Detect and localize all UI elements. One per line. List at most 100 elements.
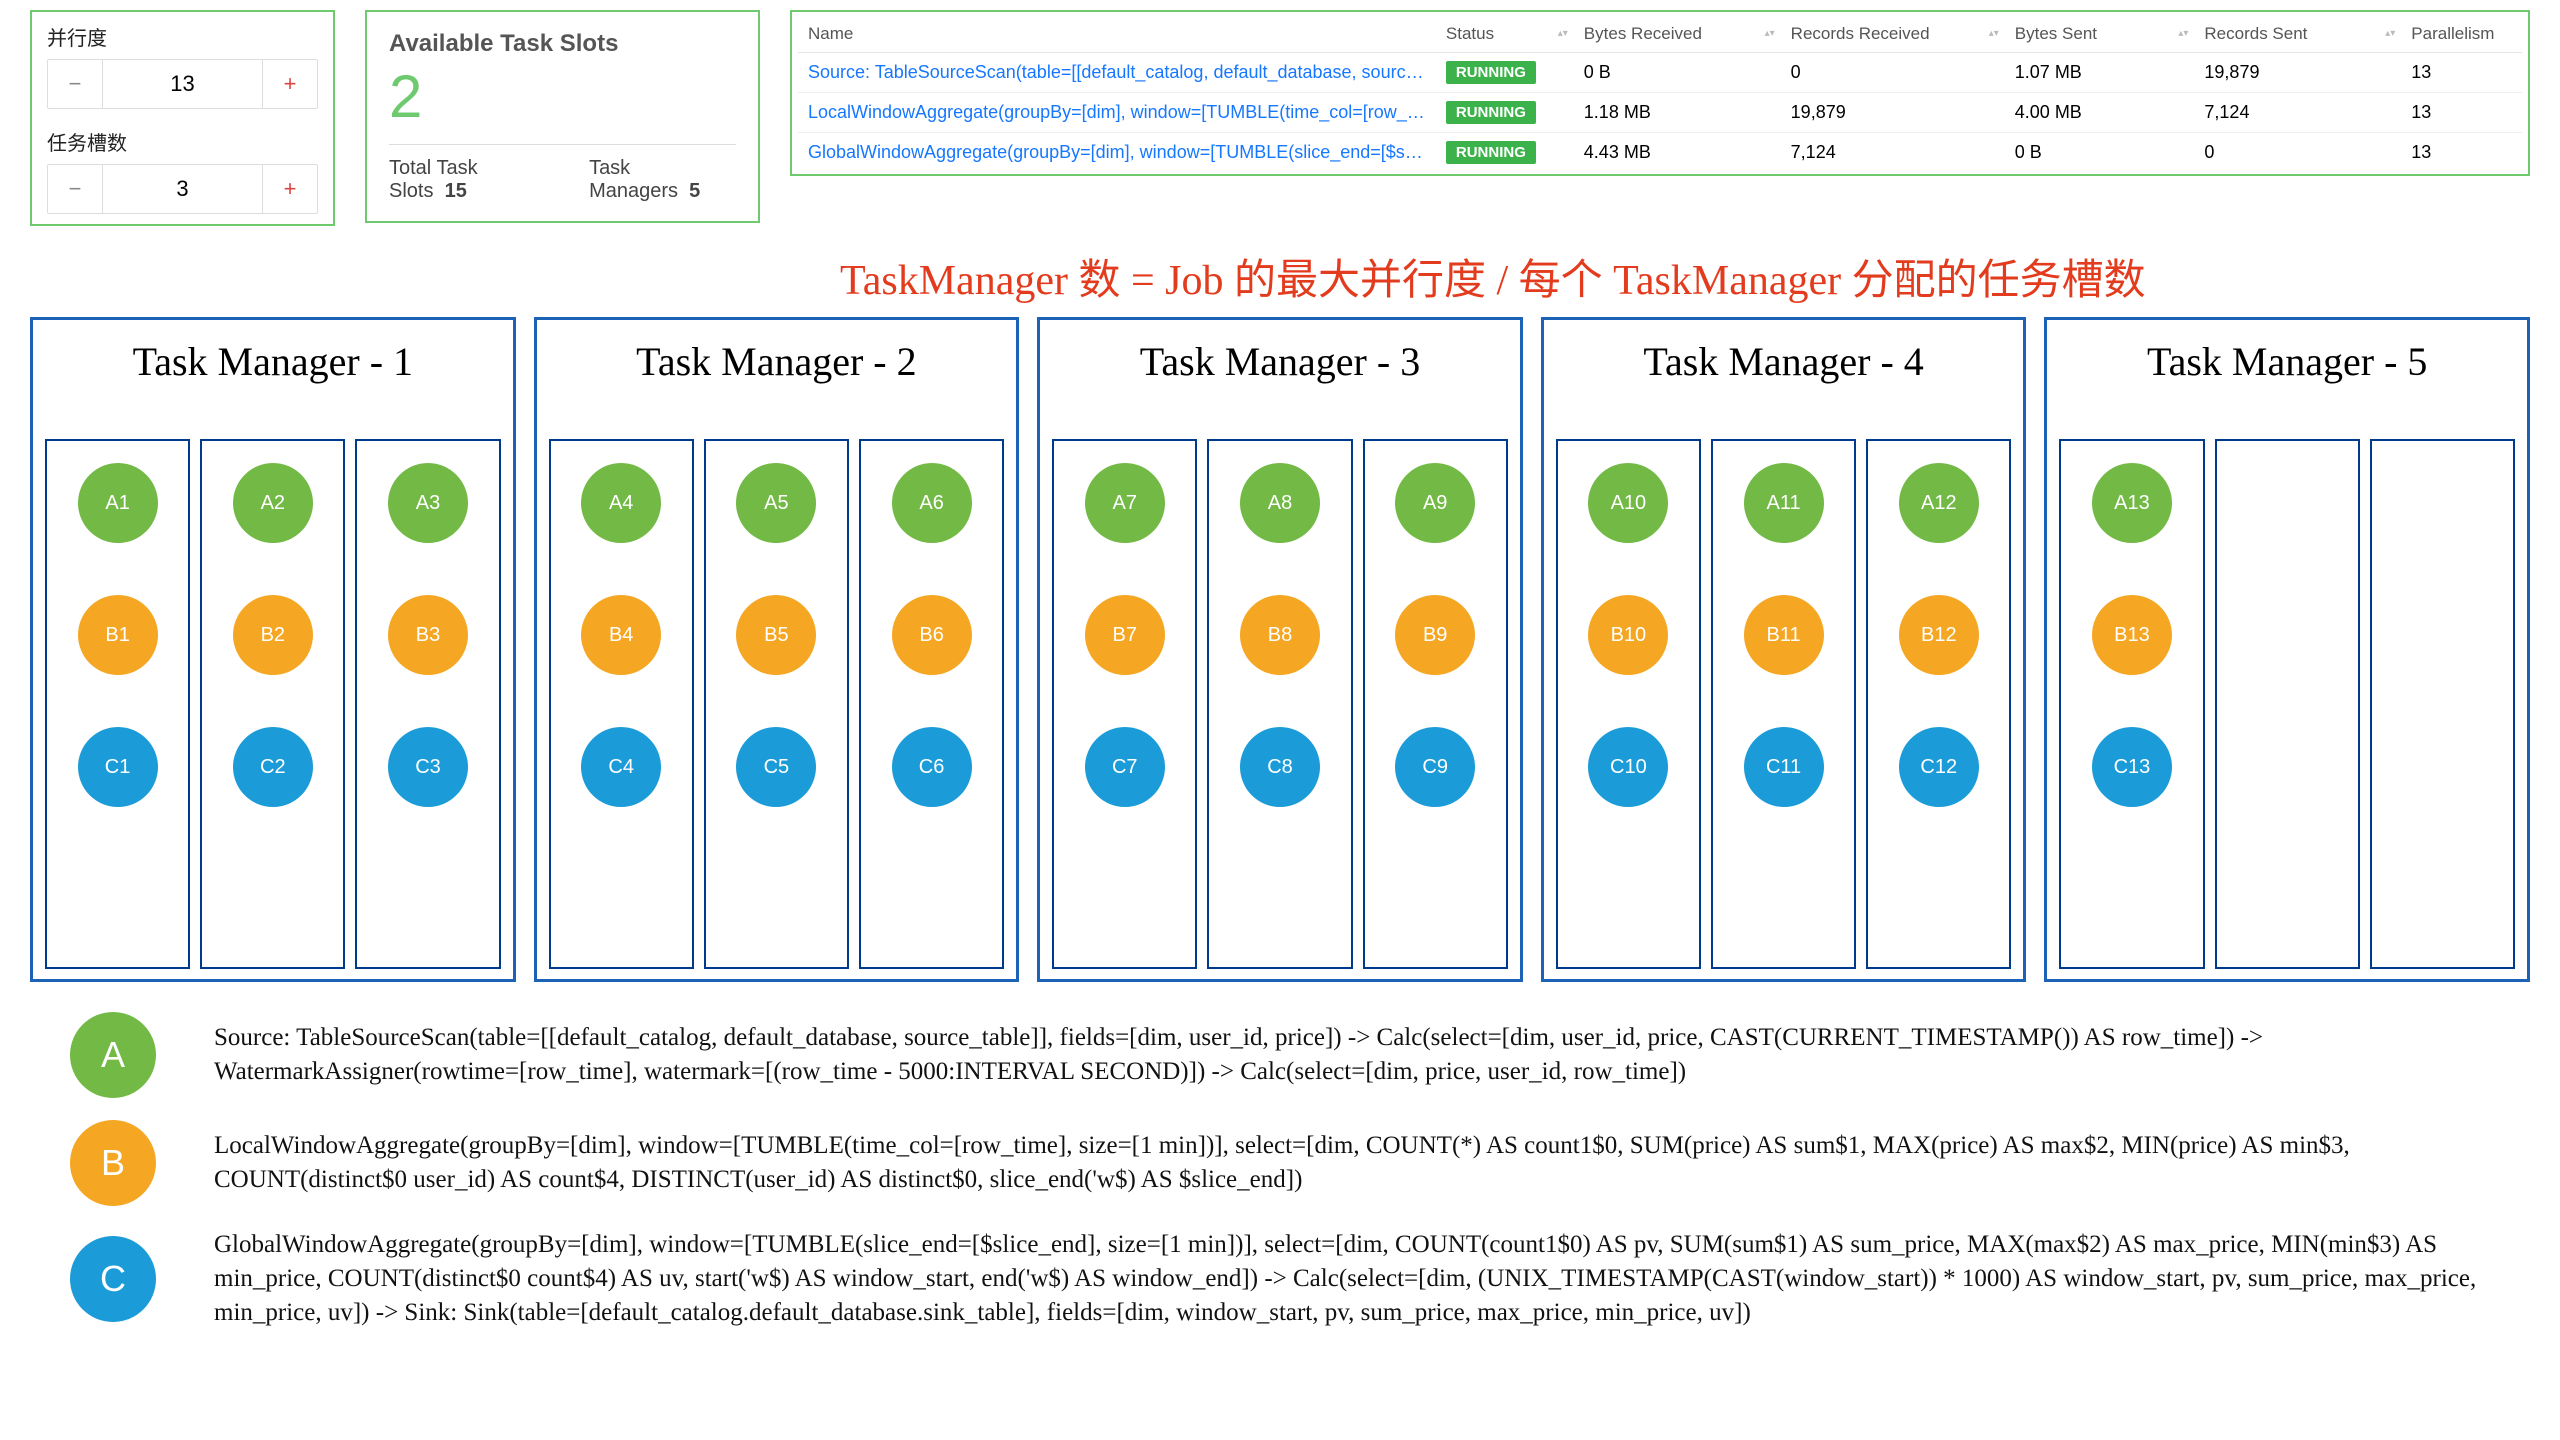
subtask-circle: C13 — [2092, 727, 2172, 807]
subtask-circle: C1 — [78, 727, 158, 807]
col-status[interactable]: Status▴▾ — [1436, 16, 1574, 53]
sort-icon[interactable]: ▴▾ — [1765, 30, 1775, 38]
subtask-circle: A12 — [1899, 463, 1979, 543]
sort-icon[interactable]: ▴▾ — [1989, 30, 1999, 38]
op-status: RUNNING — [1436, 53, 1574, 93]
tm-title: Task Manager - 4 — [1556, 338, 2012, 385]
slots-row: A7B7C7A8B8C8A9B9C9 — [1052, 439, 1508, 969]
col-bytes-received[interactable]: Bytes Received▴▾ — [1574, 16, 1781, 53]
legend-text-b: LocalWindowAggregate(groupBy=[dim], wind… — [214, 1129, 2494, 1197]
subtask-circle: B6 — [892, 595, 972, 675]
subtask-circle: A10 — [1588, 463, 1668, 543]
status-badge: RUNNING — [1446, 141, 1536, 164]
subtask-circle: A6 — [892, 463, 972, 543]
task-slot — [2215, 439, 2360, 969]
sort-icon[interactable]: ▴▾ — [2178, 30, 2188, 38]
op-status: RUNNING — [1436, 93, 1574, 133]
status-badge: RUNNING — [1446, 101, 1536, 124]
tm-title: Task Manager - 3 — [1052, 338, 1508, 385]
subtask-circle: C8 — [1240, 727, 1320, 807]
col-bytes-sent[interactable]: Bytes Sent▴▾ — [2005, 16, 2195, 53]
task-manager: Task Manager - 2A4B4C4A5B5C5A6B6C6 — [534, 317, 1020, 982]
task-slot: A12B12C12 — [1866, 439, 2011, 969]
task-manager: Task Manager - 5A13B13C13 — [2044, 317, 2530, 982]
task-slot: A1 B1 C1 — [45, 439, 190, 969]
parallelism-group: 并行度 − 13 + — [47, 22, 318, 109]
subtask-circle: C7 — [1085, 727, 1165, 807]
legend-row-c: C GlobalWindowAggregate(groupBy=[dim], w… — [30, 1228, 2530, 1329]
slots-group: 任务槽数 − 3 + — [47, 127, 318, 214]
minus-icon[interactable]: − — [48, 165, 103, 213]
subtask-circle: A5 — [736, 463, 816, 543]
table-row[interactable]: Source: TableSourceScan(table=[[default_… — [798, 53, 2522, 93]
task-slot — [2370, 439, 2515, 969]
subtask-circle: B2 — [233, 595, 313, 675]
slots-row: A4B4C4A5B5C5A6B6C6 — [549, 439, 1005, 969]
op-name[interactable]: GlobalWindowAggregate(groupBy=[dim], win… — [798, 133, 1436, 173]
legend-circle-c: C — [70, 1236, 156, 1322]
slots-stepper[interactable]: − 3 + — [47, 164, 318, 214]
task-slot: A13B13C13 — [2059, 439, 2204, 969]
legend-circle-b: B — [70, 1120, 156, 1206]
slots-row: A13B13C13 — [2059, 439, 2515, 969]
sort-icon[interactable]: ▴▾ — [1558, 30, 1568, 38]
plus-icon[interactable]: + — [262, 165, 317, 213]
parallelism-value[interactable]: 13 — [103, 60, 262, 108]
plus-icon[interactable]: + — [262, 60, 317, 108]
operators-table: Name Status▴▾ Bytes Received▴▾ Records R… — [798, 16, 2522, 172]
subtask-circle: B4 — [581, 595, 661, 675]
col-name[interactable]: Name — [798, 16, 1436, 53]
task-manager: Task Manager - 4 A10 B10 C10 A11 B11 C11 A12B12… — [1541, 317, 2027, 982]
col-records-sent[interactable]: Records Sent▴▾ — [2194, 16, 2401, 53]
subtask-circle: B3 — [388, 595, 468, 675]
table-row[interactable]: GlobalWindowAggregate(groupBy=[dim], win… — [798, 133, 2522, 173]
legend-row-a: A Source: TableSourceScan(table=[[defaul… — [30, 1012, 2530, 1098]
tm-title: Task Manager - 2 — [549, 338, 1005, 385]
legend-text-a: Source: TableSourceScan(table=[[default_… — [214, 1021, 2494, 1089]
op-name[interactable]: Source: TableSourceScan(table=[[default_… — [798, 53, 1436, 93]
subtask-circle: B9 — [1395, 595, 1475, 675]
bytes-sent: 0 B — [2005, 133, 2195, 173]
subtask-circle: A7 — [1085, 463, 1165, 543]
task-slot: A9B9C9 — [1363, 439, 1508, 969]
task-slot: A6B6C6 — [859, 439, 1004, 969]
subtask-circle: C11 — [1744, 727, 1824, 807]
available-slots-panel: Available Task Slots 2 Total Task Slots … — [365, 10, 760, 223]
formula-text: TaskManager 数 = Job 的最大并行度 / 每个 TaskMana… — [840, 246, 2530, 307]
task-slot: A8B8C8 — [1207, 439, 1352, 969]
table-row[interactable]: LocalWindowAggregate(groupBy=[dim], wind… — [798, 93, 2522, 133]
subtask-circle: B5 — [736, 595, 816, 675]
slots-value[interactable]: 3 — [103, 165, 262, 213]
subtask-circle: B11 — [1744, 595, 1824, 675]
task-manager: Task Manager - 1A1B1C1A2B2C2A3B3C3 — [30, 317, 516, 982]
subtask-circle: A1 — [78, 463, 158, 543]
op-status: RUNNING — [1436, 133, 1574, 173]
op-name[interactable]: LocalWindowAggregate(groupBy=[dim], wind… — [798, 93, 1436, 133]
available-slots-value: 2 — [389, 64, 736, 130]
records-sent: 7,124 — [2194, 93, 2401, 133]
tm-title: Task Manager - 5 — [2059, 338, 2515, 385]
bytes-received: 1.18 MB — [1574, 93, 1781, 133]
parallelism-label: 并行度 — [47, 22, 318, 51]
task-slot: A3B3C3 — [355, 439, 500, 969]
records-sent: 0 — [2194, 133, 2401, 173]
table-header-row: Name Status▴▾ Bytes Received▴▾ Records R… — [798, 16, 2522, 53]
parallelism-stepper[interactable]: − 13 + — [47, 59, 318, 109]
col-parallelism[interactable]: Parallelism — [2401, 16, 2522, 53]
minus-icon[interactable]: − — [48, 60, 103, 108]
subtask-circle: C10 — [1588, 727, 1668, 807]
subtask-circle: C12 — [1899, 727, 1979, 807]
subtask-circle: B10 — [1588, 595, 1668, 675]
subtask-circle: B13 — [2092, 595, 2172, 675]
total-slots: Total Task Slots 15 — [389, 157, 549, 203]
subtask-circle: A11 — [1744, 463, 1824, 543]
legend-circle-a: A — [70, 1012, 156, 1098]
task-slot: A5B5C5 — [704, 439, 849, 969]
parallelism: 13 — [2401, 53, 2522, 93]
subtask-circle: A9 — [1395, 463, 1475, 543]
subtask-circle: B1 — [78, 595, 158, 675]
sort-icon[interactable]: ▴▾ — [2385, 30, 2395, 38]
col-records-received[interactable]: Records Received▴▾ — [1781, 16, 2005, 53]
operators-table-panel: Name Status▴▾ Bytes Received▴▾ Records R… — [790, 10, 2530, 176]
panel-footer: Total Task Slots 15 Task Managers 5 — [389, 144, 736, 203]
